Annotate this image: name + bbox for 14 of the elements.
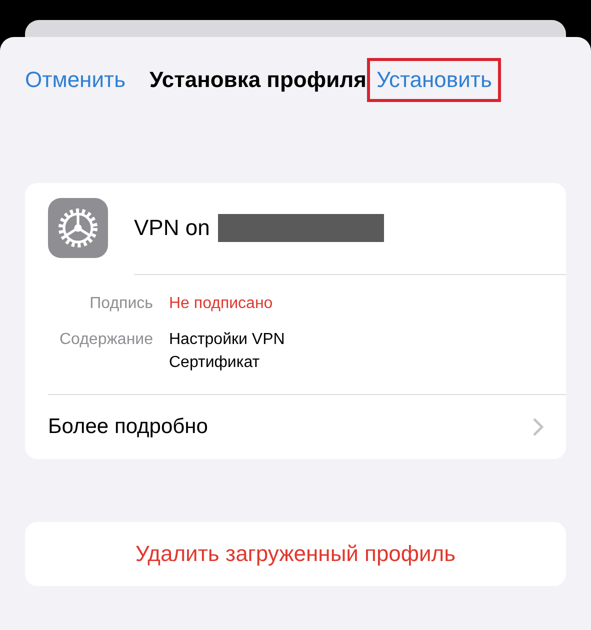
detail-label: Содержание [58,331,153,350]
cancel-button[interactable]: Отменить [25,67,126,93]
detail-label: Подпись [88,295,153,313]
remove-profile-button[interactable]: Удалить загруженный профиль [25,522,566,586]
gear-icon [48,198,108,258]
detail-value: Не подписано [169,295,274,313]
chevron-icon [532,417,544,437]
detail-value: Сертификат [169,354,261,372]
screen-title: Установка профиля [150,67,366,93]
detail-value: Настройки VPN [169,331,286,349]
install-button[interactable]: Установить [370,61,498,99]
profile-name: VPN on [134,215,210,241]
more-details-label: Более подробно [48,415,208,439]
more-details-row[interactable]: Более подробно [25,395,566,459]
